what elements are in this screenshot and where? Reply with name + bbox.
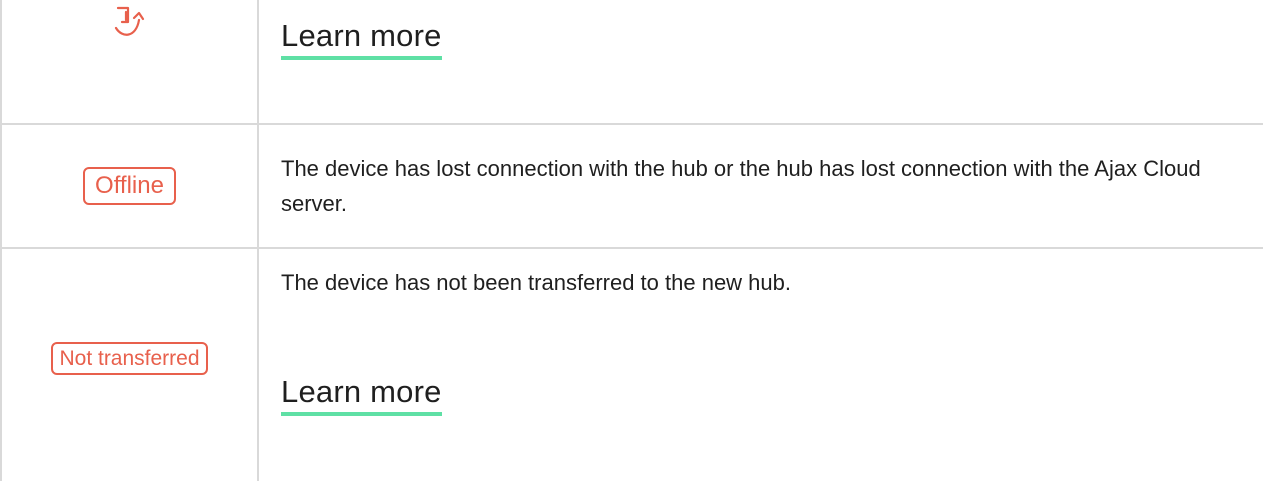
offline-description: The device has lost connection with the … bbox=[281, 156, 1201, 216]
not-transferred-status-badge: Not transferred bbox=[51, 342, 208, 375]
not-transferred-description: The device has not been transferred to t… bbox=[281, 270, 791, 295]
table-row: Offline The device has lost connection w… bbox=[0, 124, 1263, 248]
status-table: Learn more Offline The device has lost c… bbox=[0, 0, 1263, 481]
refresh-arrow-icon bbox=[2, 2, 257, 46]
learn-more-link[interactable]: Learn more bbox=[281, 18, 442, 60]
learn-more-link[interactable]: Learn more bbox=[281, 374, 442, 416]
table-row: Not transferred The device has not been … bbox=[0, 248, 1263, 481]
offline-status-badge: Offline bbox=[83, 167, 176, 205]
table-row: Learn more bbox=[0, 0, 1263, 124]
